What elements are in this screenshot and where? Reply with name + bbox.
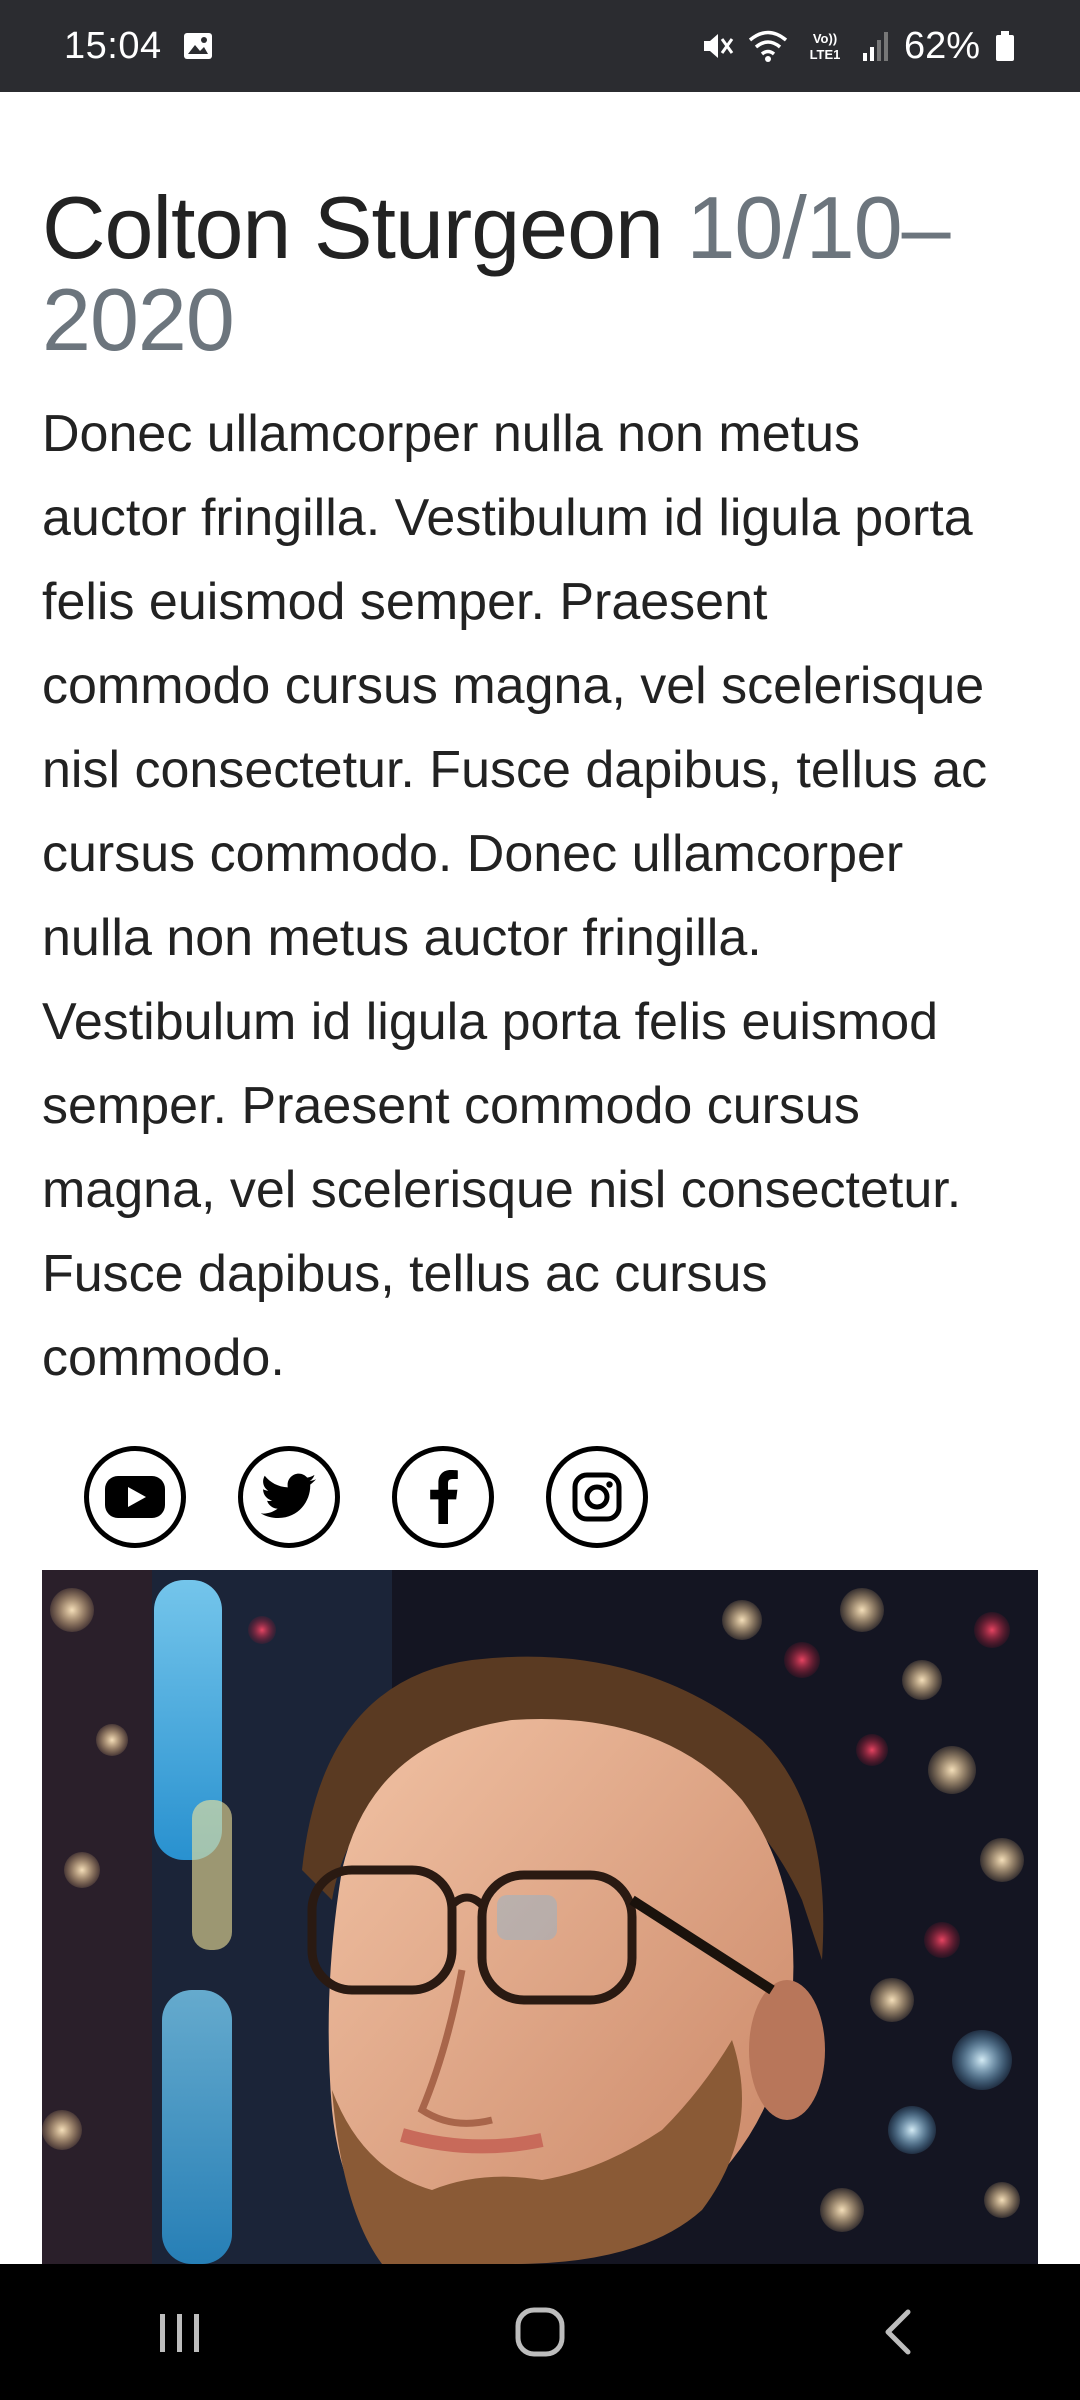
mute-icon [703, 34, 734, 58]
navigation-bar [0, 2264, 1080, 2400]
wifi-icon [748, 30, 788, 62]
profile-name: Colton Sturgeon [42, 178, 664, 277]
social-links [84, 1446, 1038, 1548]
youtube-button[interactable] [84, 1446, 186, 1548]
portrait-image [42, 1570, 1038, 2264]
signal-icon [862, 32, 888, 61]
status-bar: 15:04 Vo)) LTE1 62% [0, 0, 1080, 92]
status-left: 15:04 [64, 25, 214, 68]
recent-apps-button[interactable] [120, 2282, 240, 2382]
profile-content: Colton Sturgeon 10/10–2020 Donec ullamco… [42, 92, 1038, 1548]
status-time: 15:04 [64, 24, 162, 67]
volte-icon: Vo)) LTE1 [810, 31, 841, 62]
recent-apps-icon [160, 2314, 199, 2352]
home-icon [515, 2307, 565, 2357]
home-button[interactable] [480, 2282, 600, 2382]
back-button[interactable] [840, 2282, 960, 2382]
page-title: Colton Sturgeon 10/10–2020 [42, 182, 1038, 366]
gallery-icon [183, 33, 212, 59]
twitter-button[interactable] [238, 1446, 340, 1548]
profile-bio: Donec ullamcorper nulla non metus auctor… [42, 405, 988, 1387]
youtube-icon [105, 1476, 165, 1518]
back-icon [885, 2309, 911, 2355]
battery-icon [996, 31, 1014, 61]
facebook-icon [430, 1470, 458, 1524]
battery-percent: 62% [903, 24, 980, 67]
facebook-button[interactable] [392, 1446, 494, 1548]
svg-text:Vo)): Vo)) [813, 31, 837, 46]
twitter-icon [261, 1473, 317, 1518]
svg-text:LTE1: LTE1 [810, 47, 841, 62]
status-right: Vo)) LTE1 62% [686, 25, 1016, 68]
profile-photo [42, 1570, 1038, 2264]
instagram-icon [572, 1472, 622, 1522]
instagram-button[interactable] [546, 1446, 648, 1548]
